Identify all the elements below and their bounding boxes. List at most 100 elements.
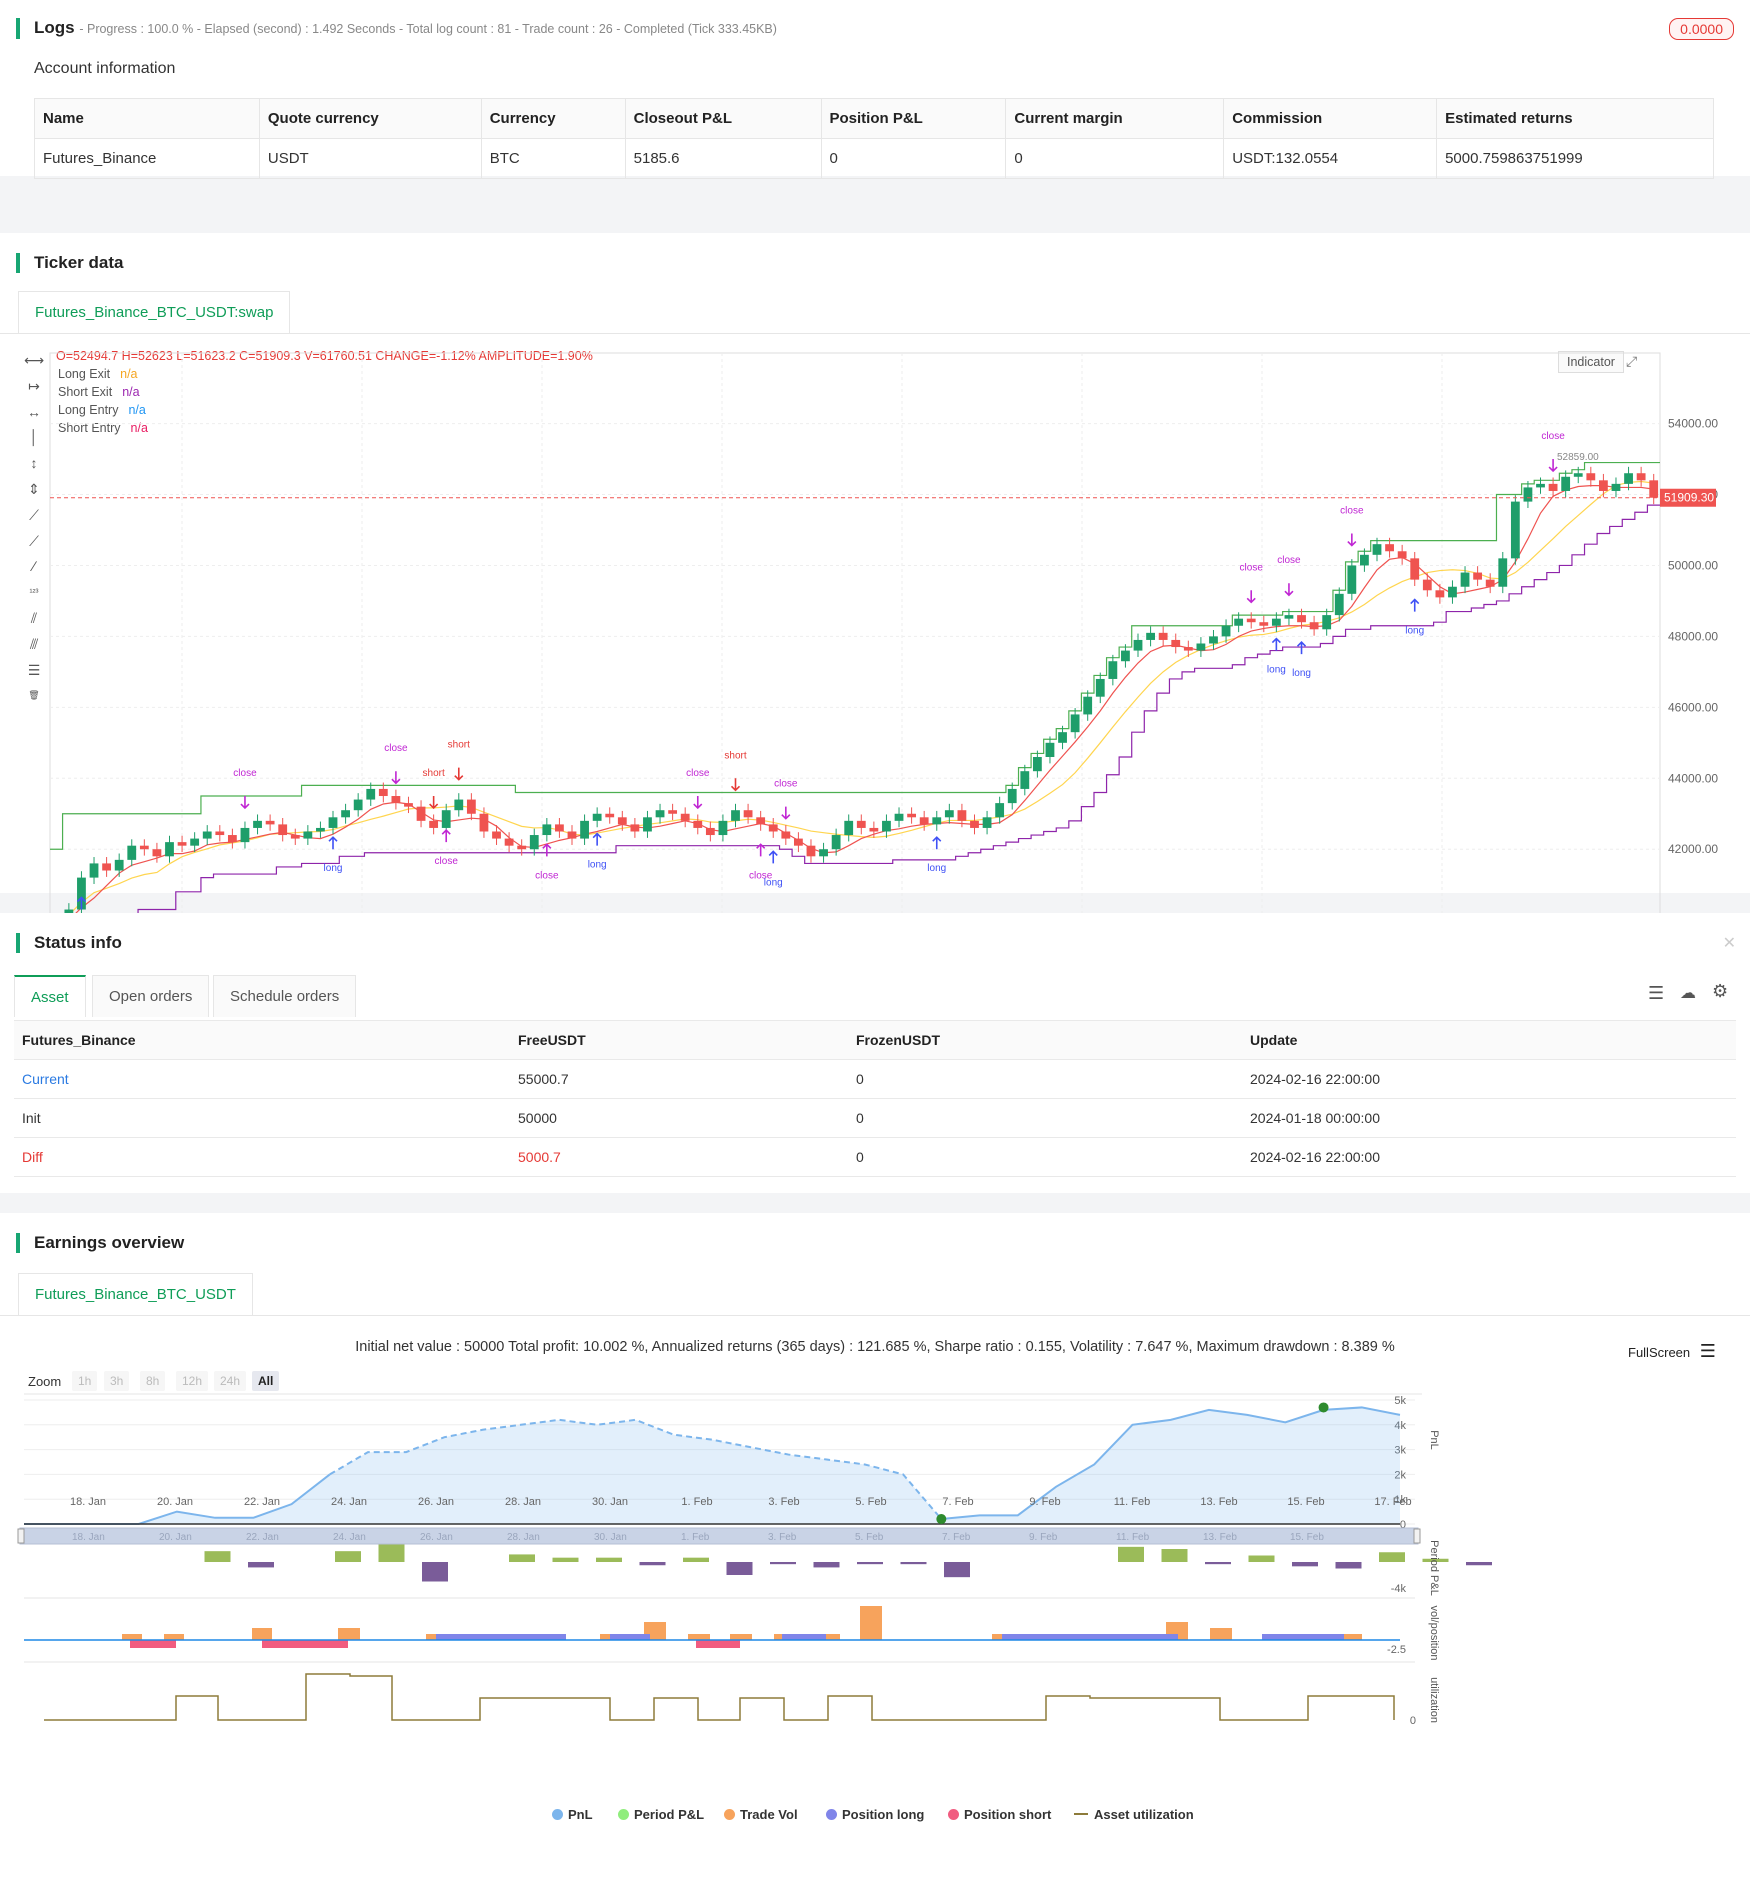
candle-body bbox=[466, 799, 476, 814]
asset-header-cell: Futures_Binance bbox=[14, 1020, 510, 1060]
long-marker-label: long bbox=[1267, 665, 1286, 676]
legend-pnl[interactable]: PnL bbox=[552, 1807, 593, 1822]
candle-body bbox=[718, 820, 728, 836]
candle-body bbox=[353, 799, 363, 811]
candle-body bbox=[1624, 473, 1633, 484]
candle-body bbox=[894, 813, 904, 821]
close-panel-icon[interactable]: ✕ bbox=[1723, 933, 1736, 953]
candle-body bbox=[580, 820, 589, 839]
candle-body bbox=[1422, 579, 1432, 591]
cloud-download-icon[interactable]: ☁ bbox=[1680, 983, 1696, 1003]
y-tick-label: 44000.00 bbox=[1668, 771, 1718, 785]
y-tick-label: 46000.00 bbox=[1668, 700, 1718, 714]
candle-body bbox=[1070, 714, 1080, 733]
legend-position-short[interactable]: Position short bbox=[948, 1807, 1051, 1822]
legend-asset-utilization[interactable]: Asset utilization bbox=[1074, 1807, 1194, 1822]
fullscreen-button[interactable]: FullScreen ☰ bbox=[1628, 1341, 1716, 1362]
long-marker-label: long bbox=[588, 860, 607, 871]
account-header-cell: Currency bbox=[480, 98, 626, 139]
candle-body bbox=[1372, 544, 1382, 555]
gear-icon[interactable]: ⚙ bbox=[1712, 981, 1728, 1002]
tab-ticker-symbol[interactable]: Futures_Binance_BTC_USDT:swap bbox=[18, 291, 291, 333]
legend-trade-vol[interactable]: Trade Vol bbox=[724, 1807, 798, 1822]
earnings-x-tick: 11. Feb bbox=[1114, 1496, 1151, 1508]
menu-icon[interactable]: ☰ bbox=[1700, 1341, 1716, 1361]
y-tick-label: 54000.00 bbox=[1668, 417, 1718, 431]
candle-body bbox=[567, 831, 577, 839]
navigator-tick: 3. Feb bbox=[768, 1532, 797, 1543]
period-pnl-bar bbox=[770, 1562, 796, 1565]
candle-body bbox=[1523, 487, 1533, 502]
close-marker-label: close bbox=[535, 870, 559, 881]
earnings-tab-divider bbox=[0, 1315, 1750, 1316]
period-pnl-bar bbox=[857, 1562, 883, 1565]
candle-body bbox=[1347, 565, 1357, 594]
period-pnl-bar bbox=[639, 1562, 666, 1566]
candle-body bbox=[1397, 551, 1407, 559]
period-pnl-bar bbox=[204, 1551, 231, 1562]
earnings-x-tick: 5. Feb bbox=[855, 1496, 886, 1508]
candle-body bbox=[1032, 757, 1042, 772]
candle-body bbox=[479, 813, 489, 832]
candle-body bbox=[869, 827, 879, 832]
account-header-cell: Quote currency bbox=[258, 98, 482, 139]
tab-asset[interactable]: Asset bbox=[14, 975, 86, 1017]
period-pnl-bar bbox=[1248, 1555, 1275, 1562]
candle-body bbox=[1510, 501, 1520, 559]
earnings-x-tick: 30. Jan bbox=[592, 1496, 628, 1508]
legend-marker bbox=[618, 1809, 629, 1820]
period-pnl-bar bbox=[552, 1557, 579, 1562]
tab-earnings-symbol[interactable]: Futures_Binance_BTC_USDT bbox=[18, 1273, 253, 1315]
trade-vol-bar bbox=[122, 1634, 142, 1640]
close-marker-label: close bbox=[435, 856, 459, 867]
asset-header-cell: FreeUSDT bbox=[510, 1020, 848, 1060]
candle-body bbox=[1385, 544, 1394, 552]
candle-body bbox=[1020, 771, 1030, 789]
long-marker-label: long bbox=[927, 863, 946, 874]
candle-body bbox=[165, 842, 174, 857]
period-tick-label: -4k bbox=[1391, 1583, 1407, 1595]
candle-body bbox=[215, 831, 225, 836]
account-value-cell: USDT bbox=[258, 138, 482, 179]
navigator-tick: 22. Jan bbox=[246, 1532, 279, 1543]
account-value-cell: USDT:132.0554 bbox=[1223, 138, 1438, 179]
candlestick-chart[interactable]: 54000.0052000.0050000.0048000.0046000.00… bbox=[0, 333, 1750, 973]
candle-body bbox=[1649, 480, 1659, 498]
navigator-tick: 5. Feb bbox=[855, 1532, 884, 1543]
candle-body bbox=[680, 813, 690, 821]
candle-body bbox=[127, 845, 137, 860]
pnl-badge: 0.0000 bbox=[1669, 18, 1734, 40]
candle-body bbox=[1636, 473, 1646, 481]
candle-body bbox=[1536, 483, 1545, 488]
candle-body bbox=[190, 838, 200, 846]
candle-body bbox=[982, 817, 992, 828]
navigator-tick: 1. Feb bbox=[681, 1532, 710, 1543]
pnl-max-marker bbox=[1318, 1402, 1329, 1413]
long-marker-arrow bbox=[592, 832, 602, 846]
account-header-cell: Commission bbox=[1223, 98, 1438, 139]
candle-body bbox=[705, 827, 715, 836]
close-marker-label: close bbox=[1541, 431, 1565, 442]
legend-period-p&l[interactable]: Period P&L bbox=[618, 1807, 704, 1822]
tab-open-orders[interactable]: Open orders bbox=[92, 975, 210, 1017]
close-marker-label: close bbox=[774, 779, 798, 790]
candle-body bbox=[592, 813, 602, 821]
candle-body bbox=[1146, 632, 1155, 640]
list-icon[interactable]: ☰ bbox=[1648, 983, 1664, 1004]
candle-body bbox=[944, 810, 954, 818]
legend-position-long[interactable]: Position long bbox=[826, 1807, 924, 1822]
period-pnl-bar bbox=[900, 1562, 927, 1565]
legend-marker bbox=[552, 1809, 563, 1820]
candle-body bbox=[1095, 678, 1105, 697]
navigator-tick: 30. Jan bbox=[594, 1532, 627, 1543]
close-marker-arrow bbox=[1284, 583, 1294, 597]
earnings-x-tick: 18. Jan bbox=[70, 1496, 106, 1508]
candle-body bbox=[844, 820, 854, 836]
candle-body bbox=[1322, 615, 1332, 630]
candle-body bbox=[1334, 593, 1344, 616]
tab-schedule-orders[interactable]: Schedule orders bbox=[213, 975, 357, 1017]
account-info-title: Account information bbox=[34, 60, 176, 77]
candle-body bbox=[1498, 558, 1508, 587]
candle-body bbox=[1460, 572, 1470, 587]
period-pnl-bar bbox=[726, 1562, 753, 1575]
